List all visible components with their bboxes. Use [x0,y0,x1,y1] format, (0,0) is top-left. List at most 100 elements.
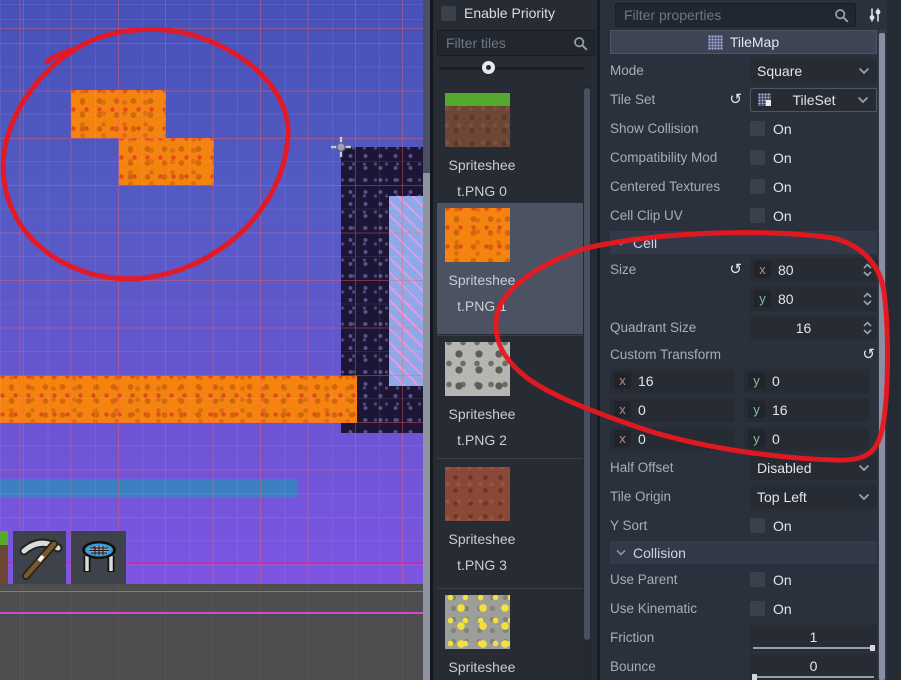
tile-item-2[interactable]: Spritesheet.PNG 2 [437,337,586,453]
section-header-collision[interactable]: Collision [610,541,877,564]
scene-viewport[interactable] [0,0,430,680]
size-y-field[interactable]: y 80 [750,286,877,311]
enable-priority-checkbox[interactable] [441,5,456,21]
spinner-icon[interactable] [862,291,873,306]
half-offset-value: Disabled [757,459,812,476]
matrix-x1-field[interactable]: x 0 [610,397,735,422]
bounce-slider[interactable]: 0 [750,653,877,680]
tile-item-0[interactable]: Spritesheet.PNG 0 [437,88,586,204]
godot-editor: Enable Priority Spritesheet.PNG 0 Sprite… [0,0,901,680]
slider-track [753,646,874,649]
spinner-icon[interactable] [862,320,873,335]
property-label: Tile Origin [610,489,672,504]
use-kinematic-checkbox[interactable] [750,601,765,616]
use-parent-checkbox[interactable] [750,572,765,587]
friction-value: 1 [809,628,818,645]
tile-list-vscroll-track[interactable] [583,84,591,680]
property-label: Centered Textures [610,179,721,194]
property-label: Use Kinematic [610,601,698,616]
checkbox-label: On [773,600,792,617]
placed-lava-tile-block-top [71,90,166,138]
half-offset-dropdown[interactable]: Disabled [750,455,877,480]
compatibility-mode-checkbox[interactable] [750,150,765,165]
viewport-vscroll-handle[interactable] [423,173,430,680]
show-collision-checkbox[interactable] [750,121,765,136]
filter-tiles-input[interactable] [444,34,573,52]
size-x-value: 80 [778,261,794,278]
enable-priority-row: Enable Priority [441,5,555,21]
matrix-y2-field[interactable]: y 0 [744,426,869,451]
tile-list: Spritesheet.PNG 0 Spritesheet.PNG 1 Spri… [433,80,597,680]
tile-origin-dropdown[interactable]: Top Left [750,484,877,509]
hotbar-slot-pickaxe[interactable] [13,531,66,584]
property-label: Mode [610,63,644,78]
blue-guide-line [0,591,430,592]
revert-icon[interactable]: ↺ [729,92,742,107]
property-label: Bounce [610,659,656,674]
size-y-value: 80 [778,290,794,307]
filter-tiles-box [437,30,595,56]
section-header-cell[interactable]: Cell [610,231,877,254]
matrix-y0-field[interactable]: y 0 [744,368,869,393]
slider-handle[interactable] [482,61,495,74]
tile-list-vscroll-handle[interactable] [584,88,590,640]
revert-icon[interactable]: ↺ [729,262,742,277]
matrix-x0-field[interactable]: x 16 [610,368,735,393]
axis-y-badge: y [748,372,765,389]
tile-zoom-slider[interactable] [439,61,589,75]
placed-lava-tile-block-bottom [119,138,214,185]
tile-label: Spritesheet.PNG 1 [448,272,516,314]
matrix-y1-field[interactable]: y 16 [744,397,869,422]
property-row-centered-textures: Centered Textures On [610,172,877,201]
tile-item-3[interactable]: Spritesheet.PNG 3 [437,462,586,578]
slider-handle[interactable] [870,644,875,651]
chevron-down-icon [858,67,870,75]
property-row-mode: Mode Square [610,56,877,85]
bounce-value: 0 [809,657,818,674]
spinner-icon[interactable] [862,262,873,277]
tile-item-4[interactable]: Spritesheet.PNG 4 [437,590,586,680]
inspector-tools-button[interactable] [861,3,889,27]
centered-textures-checkbox[interactable] [750,179,765,194]
friction-slider[interactable]: 1 [750,624,877,651]
property-row-compatibility-mode: Compatibility Mod On [610,143,877,172]
matrix-x2-field[interactable]: x 0 [610,426,735,451]
property-row-tile-origin: Tile Origin Top Left [610,482,877,511]
inspector-panel: TileMap Mode Square Tile Set [600,0,901,680]
chevron-down-icon [858,464,870,472]
hotbar-slot-trampoline[interactable] [71,531,126,584]
property-row-quadrant-size: Quadrant Size 16 [610,313,877,342]
y-sort-checkbox[interactable] [750,518,765,533]
blue-platform-strip [0,479,297,498]
slider-handle[interactable] [752,673,757,680]
checkbox-label: On [773,178,792,195]
inspector-vscroll-handle[interactable] [879,33,885,680]
matrix-value: 0 [638,430,646,447]
tile-item-1[interactable]: Spritesheet.PNG 1 [437,203,586,334]
search-icon [574,36,588,50]
object-title: TileMap [729,34,780,50]
property-row-cell-size: Size ↺ x 80 [610,255,877,284]
list-divider [437,458,586,459]
revert-icon[interactable]: ↺ [862,347,875,362]
hotbar-slot-grass-block[interactable] [0,531,8,584]
checkbox-label: On [773,207,792,224]
tileset-dropdown[interactable]: TileSet [750,87,877,112]
tile-origin-value: Top Left [757,488,807,505]
size-x-field[interactable]: x 80 [750,257,877,282]
move-cursor-icon [331,137,351,157]
axis-x-badge: x [614,372,631,389]
inspector-vscroll-track[interactable] [878,30,886,680]
tileset-value: TileSet [792,91,836,108]
transform-matrix-row-0: x 16 y 0 [610,366,877,395]
object-header[interactable]: TileMap [610,30,877,54]
filter-properties-input[interactable] [622,6,834,24]
section-title: Collision [633,544,686,561]
mode-dropdown[interactable]: Square [750,58,877,83]
axis-y-badge: y [754,290,771,307]
property-label: Size [610,262,637,277]
checkbox-label: On [773,149,792,166]
quadrant-size-field[interactable]: 16 [750,315,877,340]
tile-thumb-red-dirt [445,467,510,521]
cell-clip-uv-checkbox[interactable] [750,208,765,223]
